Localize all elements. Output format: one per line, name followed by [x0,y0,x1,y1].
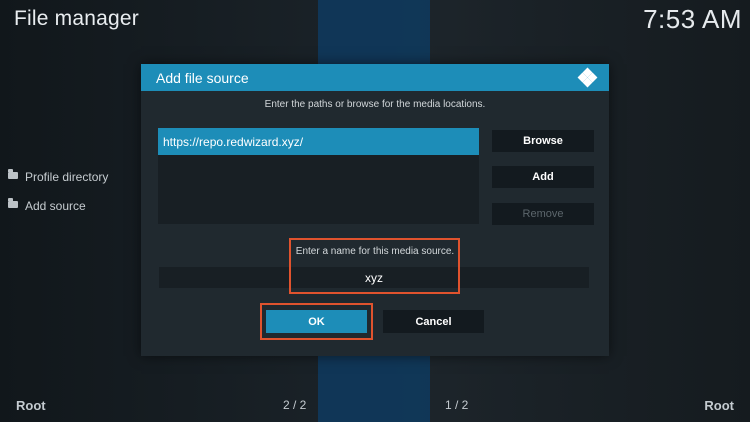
source-name-field[interactable]: xyz [159,267,589,288]
kodi-screen: File manager 7:53 AM Profile directory A… [0,0,750,422]
browse-button[interactable]: Browse [492,130,594,152]
ok-button[interactable]: OK [266,310,367,333]
add-file-source-dialog: Add file source Enter the paths or brows… [141,64,609,356]
kodi-logo-icon [577,67,598,87]
path-list-item[interactable]: https://repo.redwizard.xyz/ [158,128,479,155]
folder-icon [8,169,18,179]
app-title: File manager [14,7,139,30]
sidebar-list: Profile directory Add source [8,162,136,220]
sidebar-item-label: Add source [25,198,86,213]
name-prompt-label: Enter a name for this media source. [295,246,455,257]
add-button[interactable]: Add [492,166,594,188]
clock: 7:53 AM [643,4,742,34]
dialog-instruction: Enter the paths or browse for the media … [264,99,486,110]
sidebar-item-label: Profile directory [25,169,109,184]
folder-icon [8,198,18,208]
footer-page-right: 1 / 2 [445,398,469,412]
footer-root-right: Root [704,398,734,413]
footer-page-left: 2 / 2 [283,398,307,412]
cancel-button[interactable]: Cancel [383,310,484,333]
dialog-header: Add file source [141,64,609,91]
sidebar-item-profile-directory[interactable]: Profile directory [8,162,136,191]
dialog-title: Add file source [156,69,249,86]
footer-root-left: Root [16,398,46,413]
remove-button[interactable]: Remove [492,203,594,225]
paths-list[interactable]: https://repo.redwizard.xyz/ [158,128,479,224]
sidebar-item-add-source[interactable]: Add source [8,191,136,220]
